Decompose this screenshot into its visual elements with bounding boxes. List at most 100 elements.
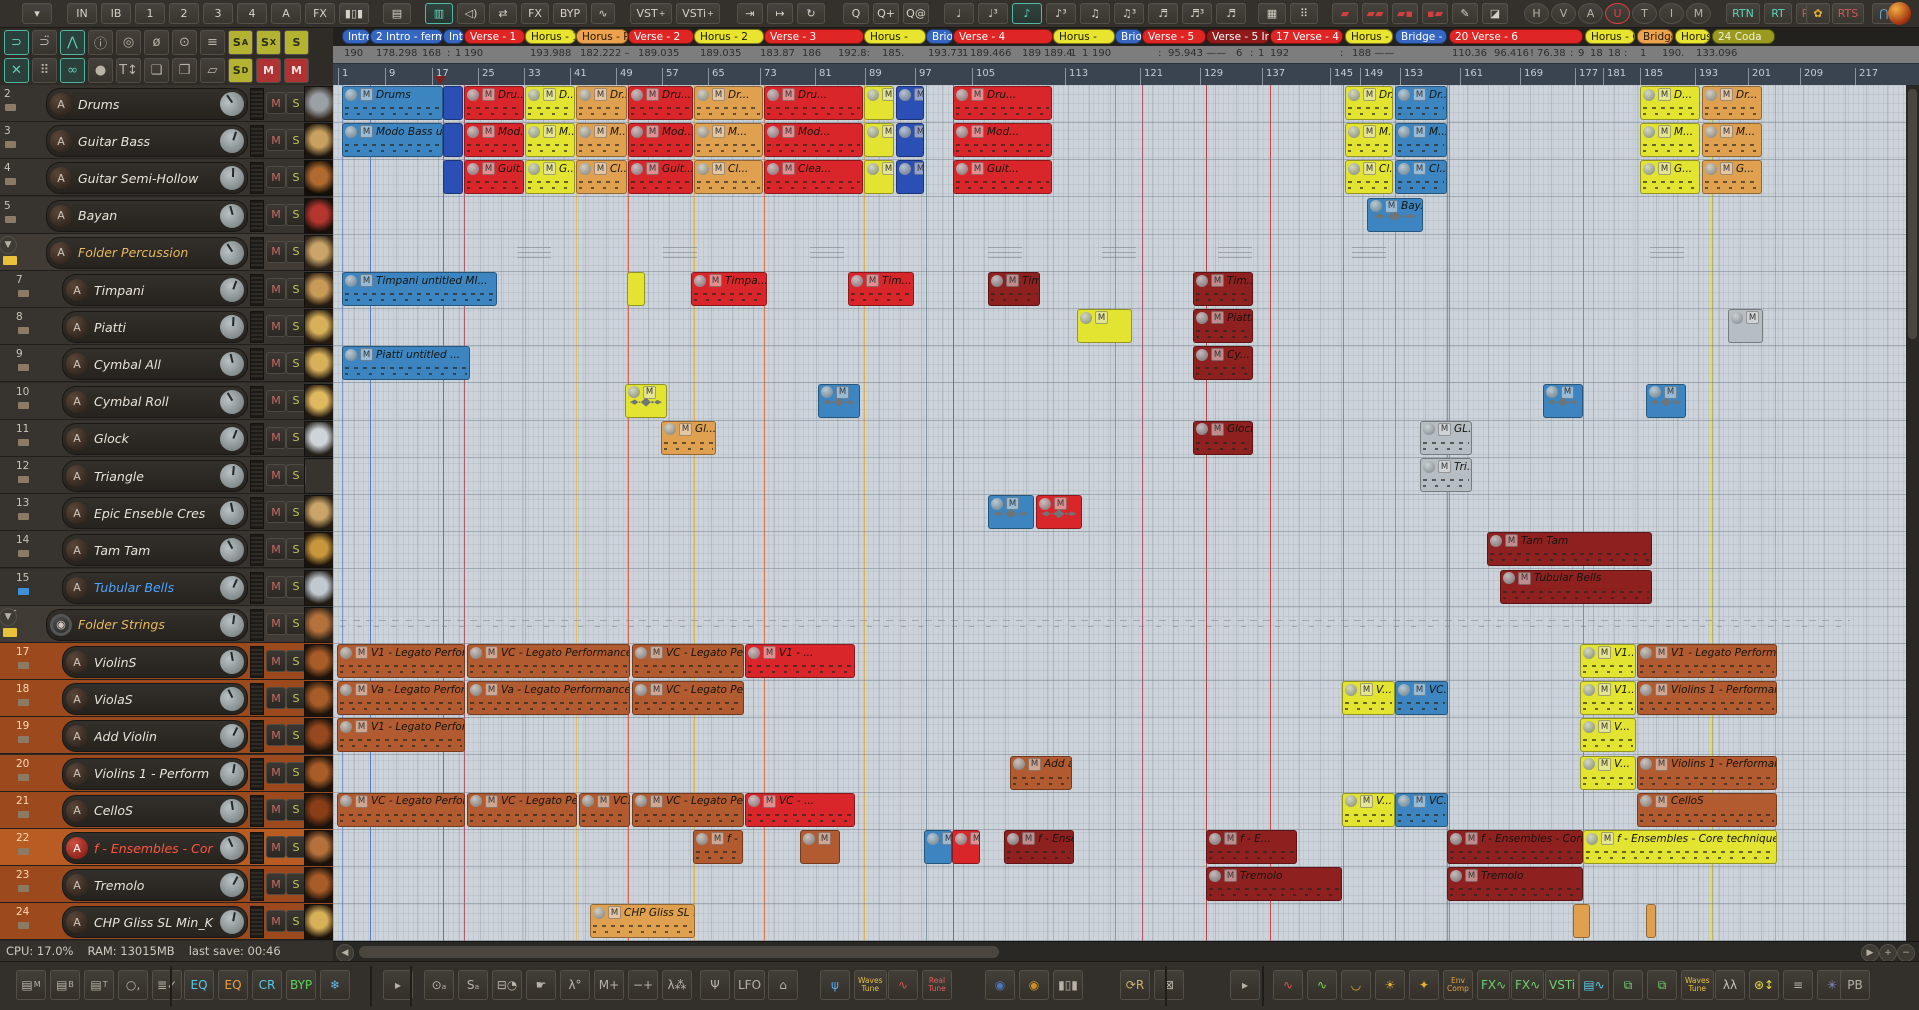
media-item-clip[interactable]: M V... (1342, 792, 1395, 827)
clip-mute-icon[interactable]: M (1465, 869, 1478, 883)
arrange-track-lane[interactable] (333, 197, 1907, 235)
grid-note-2[interactable]: ♩³ (978, 3, 1008, 24)
arrange-area[interactable]: MDrumsMDru...MD...MDr...MDru...MDr...MDr… (333, 85, 1907, 941)
tempo-marker[interactable]: 192 (1270, 48, 1289, 59)
media-item-clip[interactable]: MCl... (1395, 160, 1447, 195)
item-edit-1-button[interactable]: ▰ (1332, 3, 1358, 24)
media-item-clip[interactable]: MD... (1640, 86, 1700, 120)
media-item-clip[interactable]: MMod... (953, 123, 1052, 158)
clip-move-1-button[interactable]: ⧉ (1613, 970, 1643, 1000)
zoom-i-button[interactable]: I (1659, 3, 1684, 24)
mute-button[interactable]: M (266, 687, 286, 710)
arrange-track-lane[interactable] (333, 866, 1907, 905)
scroll-left-button[interactable]: ◀ (336, 944, 354, 962)
track-name[interactable]: Violins 1 - Perform (94, 766, 217, 781)
tempo-marker[interactable]: 1 (1082, 48, 1088, 59)
clip-mute-icon[interactable]: M (355, 683, 368, 697)
media-item-clip[interactable]: M (924, 830, 952, 864)
clip-mute-icon[interactable]: M (1413, 88, 1426, 101)
clip-mute-icon[interactable]: M (971, 162, 984, 176)
media-item-clip[interactable]: MV1 - Legato Performanc... (1637, 644, 1777, 678)
media-item-clip[interactable]: MCHP Gliss SL ... (590, 904, 695, 939)
track-name-capsule[interactable]: A Folder Percussion (46, 236, 248, 269)
clip-mute-icon[interactable]: M (882, 88, 893, 101)
media-item-clip[interactable]: MM... (1702, 123, 1762, 158)
media-item-clip[interactable]: MTim... (988, 272, 1040, 306)
track-row[interactable]: 10 A Cymbal Roll M S (0, 382, 333, 420)
record-input-a-icon[interactable]: A (66, 762, 88, 785)
hamburger-button[interactable]: ≡ (1783, 970, 1813, 1000)
volume-knob[interactable] (217, 498, 247, 528)
track-name[interactable]: CHP Gliss SL Min_K (94, 915, 217, 930)
clip-mute-icon[interactable]: M (1385, 199, 1398, 213)
tempo-marker[interactable]: 190 (464, 48, 483, 59)
media-item-clip[interactable]: MG... (525, 160, 575, 195)
media-item-clip[interactable]: MMod... (464, 123, 524, 158)
region-marker[interactable]: Verse - 2 (628, 29, 694, 44)
track-row[interactable]: 18 A ViolaS M S (0, 680, 333, 718)
media-item-clip[interactable]: M Tremolo (1447, 867, 1583, 902)
track-name-capsule[interactable]: A Cymbal All (62, 348, 248, 381)
clip-mute-icon[interactable]: M (1006, 497, 1019, 511)
clip-mute-icon[interactable]: M (1658, 88, 1671, 101)
clip-mute-icon[interactable]: M (1598, 720, 1611, 734)
tempo-marker[interactable]: : (1624, 48, 1627, 59)
track-name[interactable]: Timpani (94, 283, 217, 298)
track-row[interactable]: 4 A Guitar Semi-Hollow M S (0, 159, 333, 197)
clip-mute-icon[interactable]: M (608, 906, 621, 920)
media-item-clip[interactable]: MDru... (764, 86, 863, 120)
media-item-clip[interactable]: M (1728, 309, 1763, 344)
mute-button[interactable]: M (266, 650, 286, 672)
clip-mute-icon[interactable]: M (1465, 832, 1478, 845)
media-item-clip[interactable]: MDr... (1395, 86, 1447, 120)
clip-move-2-button[interactable]: ⧉ (1647, 970, 1677, 1000)
tuning-fork-button[interactable]: Ψ (700, 970, 730, 1000)
clip-mute-icon[interactable]: M (1438, 422, 1451, 436)
wave-green-button[interactable]: ∿ (1307, 970, 1337, 1000)
solo-button[interactable]: S (286, 836, 306, 858)
region-marker[interactable]: Horus - 6 (1585, 29, 1635, 44)
media-item-clip[interactable]: MVa - Legato Performance pale... (467, 681, 630, 716)
grid-note-5[interactable]: ♫ (1080, 3, 1110, 24)
list-view-button[interactable]: ≡ (200, 30, 225, 55)
solo-button[interactable]: S (286, 352, 306, 375)
tempo-marker[interactable]: 6 (1236, 48, 1242, 59)
piano-keys-button[interactable]: ▮▯▮ (1053, 970, 1083, 1000)
media-item-clip[interactable] (443, 86, 463, 120)
track-name-capsule[interactable]: A Cymbal Roll (62, 385, 248, 418)
zoom-m-button[interactable]: M (1686, 3, 1711, 24)
monitor-button[interactable]: ◁) (457, 3, 485, 24)
media-item-clip[interactable]: M (988, 495, 1034, 530)
track-name-capsule[interactable]: A Tubular Bells (62, 571, 248, 604)
region-marker[interactable]: Horus - (1053, 29, 1115, 44)
zoom-a-button[interactable]: A (1578, 3, 1603, 24)
solo-button[interactable]: S (286, 240, 306, 263)
clip-mute-icon[interactable]: M (1360, 683, 1373, 697)
media-item-clip[interactable]: MM... (694, 123, 763, 158)
volume-knob[interactable] (216, 126, 247, 157)
grid-frame-button[interactable]: ⠿ (1290, 3, 1318, 24)
track-row[interactable]: 24 A CHP Gliss SL Min_K M S (0, 903, 333, 941)
mute-button[interactable]: M (266, 92, 286, 114)
media-item-clip[interactable]: MVC - Legato Performa... (337, 792, 465, 827)
clip-mute-icon[interactable]: M (1598, 757, 1611, 771)
media-item-clip[interactable]: Mf - E... (1206, 830, 1297, 864)
clip-mute-icon[interactable]: M (1413, 125, 1426, 139)
media-item-clip[interactable]: M V1 - ... (745, 644, 855, 678)
solo-button[interactable]: S (286, 538, 306, 561)
plug-button[interactable]: ∿ (591, 3, 615, 24)
region-marker[interactable]: 20 Verse - 6 (1449, 29, 1583, 44)
range-plus-button[interactable]: −+ (628, 970, 658, 1000)
clip-mute-icon[interactable]: M (543, 125, 556, 139)
clip-mute-icon[interactable]: M (485, 683, 498, 697)
clip-mute-icon[interactable]: M (914, 162, 923, 176)
logo-gold-button[interactable]: ◉ (1019, 970, 1049, 1000)
media-item-clip[interactable]: MDru... (464, 86, 524, 120)
media-item-clip[interactable]: MGL... (1420, 420, 1472, 455)
clip-mute-icon[interactable]: M (543, 162, 556, 176)
solo-a-button[interactable]: SA (228, 30, 253, 55)
tempo-marker[interactable]: 190 (1092, 48, 1111, 59)
edit-cursor-marker[interactable] (434, 76, 446, 85)
volume-knob[interactable] (219, 314, 245, 340)
clip-mute-icon[interactable]: M (1022, 832, 1035, 845)
